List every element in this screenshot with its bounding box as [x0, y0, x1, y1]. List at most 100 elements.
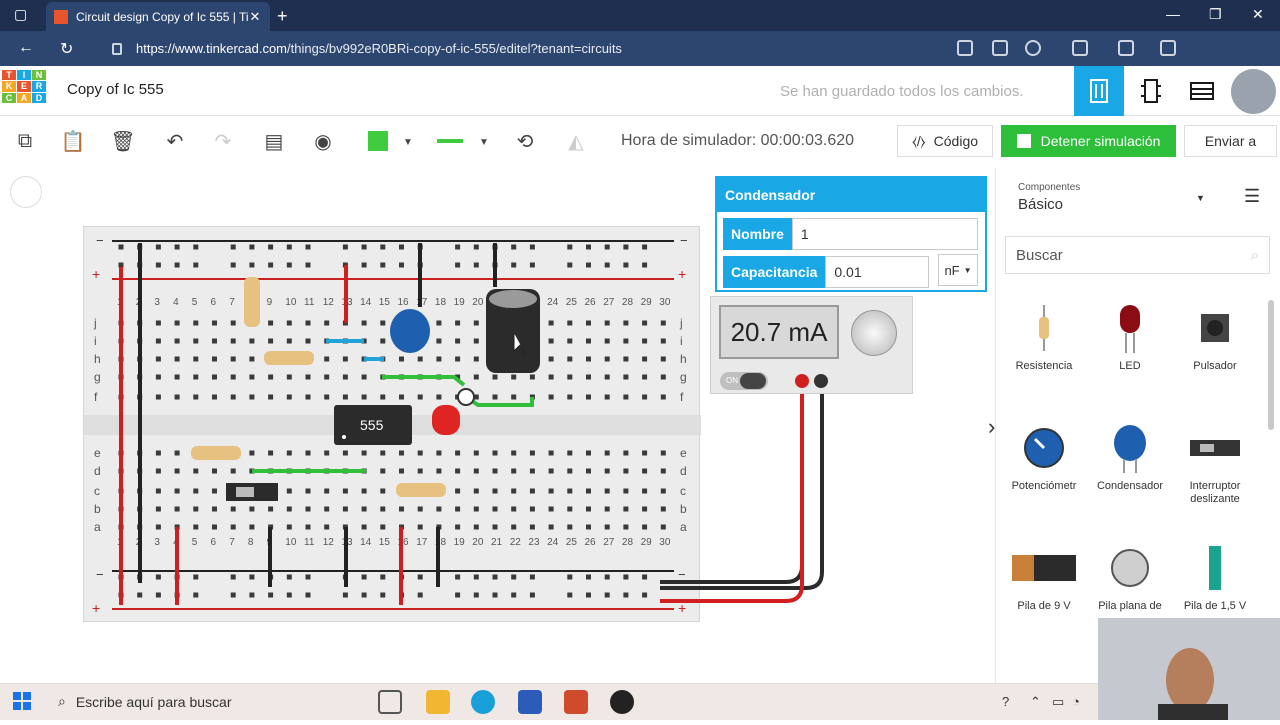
breadboard-hole[interactable] — [417, 450, 423, 456]
breadboard-hole[interactable] — [286, 320, 292, 326]
breadboard-hole[interactable] — [174, 244, 180, 250]
breadboard-hole[interactable] — [361, 592, 367, 598]
breadboard-hole[interactable] — [174, 338, 180, 344]
breadboard-hole[interactable] — [417, 506, 423, 512]
breadboard-hole[interactable] — [511, 524, 517, 530]
breadboard-hole[interactable] — [436, 320, 442, 326]
help-icon[interactable]: ? — [1002, 694, 1009, 709]
breadboard-hole[interactable] — [155, 488, 161, 494]
breadboard-hole[interactable] — [193, 488, 199, 494]
component-slide-switch[interactable]: Interruptor deslizante — [1172, 416, 1258, 516]
breadboard-hole[interactable] — [586, 524, 591, 530]
breadboard-hole[interactable] — [230, 506, 236, 512]
breadboard-hole[interactable] — [342, 394, 348, 400]
breadboard-hole[interactable] — [305, 574, 311, 580]
breadboard-hole[interactable] — [586, 338, 591, 344]
breadboard-hole[interactable] — [212, 488, 217, 494]
collections-icon[interactable] — [1160, 40, 1176, 56]
breadboard-hole[interactable] — [417, 574, 423, 580]
breadboard-hole[interactable] — [249, 394, 255, 400]
breadboard-hole[interactable] — [174, 374, 180, 380]
green-wire[interactable] — [382, 375, 466, 387]
breadboard-hole[interactable] — [305, 338, 311, 344]
breadboard-hole[interactable] — [604, 374, 610, 380]
name-input[interactable]: 1 — [791, 218, 978, 250]
breadboard-hole[interactable] — [586, 374, 591, 380]
component-potentiometer[interactable]: Potenciómetr — [1001, 416, 1087, 516]
breadboard-hole[interactable] — [155, 320, 161, 326]
breadboard-hole[interactable] — [361, 524, 367, 530]
breadboard-hole[interactable] — [642, 394, 648, 400]
favorites-bar-icon[interactable] — [1118, 40, 1134, 56]
breadboard-hole[interactable] — [623, 244, 629, 250]
breadboard-hole[interactable] — [642, 488, 648, 494]
component-list-button[interactable] — [1177, 66, 1227, 116]
breadboard-hole[interactable] — [642, 374, 648, 380]
breadboard-hole[interactable] — [529, 262, 535, 268]
breadboard-hole[interactable] — [305, 262, 311, 268]
window-close-icon[interactable]: ✕ — [1252, 6, 1264, 23]
breadboard-hole[interactable] — [511, 468, 517, 474]
breadboard-hole[interactable] — [342, 374, 348, 380]
breadboard-hole[interactable] — [567, 506, 573, 512]
breadboard-hole[interactable] — [492, 488, 498, 494]
breadboard-hole[interactable] — [324, 374, 330, 380]
breadboard-hole[interactable] — [305, 488, 311, 494]
breadboard-hole[interactable] — [118, 244, 124, 250]
breadboard-hole[interactable] — [473, 592, 479, 598]
breadboard-hole[interactable] — [623, 262, 629, 268]
breadboard-hole[interactable] — [455, 356, 461, 362]
breadboard-hole[interactable] — [586, 506, 591, 512]
breadboard-hole[interactable] — [492, 506, 498, 512]
breadboard-hole[interactable] — [118, 262, 124, 268]
breadboard-hole[interactable] — [342, 506, 348, 512]
breadboard-hole[interactable] — [455, 592, 461, 598]
breadboard-hole[interactable] — [193, 506, 199, 512]
breadboard-hole[interactable] — [436, 468, 442, 474]
paste-icon[interactable]: 📋 — [60, 128, 86, 154]
network-icon[interactable]: ▭ — [1052, 694, 1064, 710]
resistor[interactable] — [244, 277, 260, 327]
flip-icon[interactable]: ◭ — [563, 128, 589, 154]
breadboard-hole[interactable] — [455, 338, 461, 344]
breadboard-hole[interactable] — [380, 506, 386, 512]
breadboard-hole[interactable] — [249, 338, 255, 344]
breadboard-hole[interactable] — [548, 488, 554, 494]
breadboard-hole[interactable] — [155, 592, 161, 598]
breadboard-hole[interactable] — [193, 394, 199, 400]
black-lead-2[interactable] — [660, 382, 824, 590]
resistor[interactable] — [191, 446, 241, 460]
breadboard-hole[interactable] — [286, 506, 292, 512]
breadboard-hole[interactable] — [399, 262, 404, 268]
breadboard-hole[interactable] — [380, 338, 386, 344]
negative-terminal[interactable] — [814, 374, 828, 388]
breadboard-hole[interactable] — [380, 244, 386, 250]
breadboard-hole[interactable] — [417, 592, 423, 598]
tray-icon[interactable]: ⌃ — [1030, 694, 1041, 710]
breadboard-hole[interactable] — [586, 244, 591, 250]
breadboard-hole[interactable] — [286, 450, 292, 456]
breadboard-hole[interactable] — [642, 320, 648, 326]
fit-view-button[interactable] — [10, 176, 42, 208]
breadboard-hole[interactable] — [286, 262, 292, 268]
breadboard-hole[interactable] — [286, 394, 292, 400]
breadboard-hole[interactable] — [623, 374, 629, 380]
breadboard-hole[interactable] — [511, 450, 517, 456]
breadboard-hole[interactable] — [604, 244, 610, 250]
breadboard-hole[interactable] — [473, 450, 479, 456]
breadboard-hole[interactable] — [642, 524, 648, 530]
breadboard-hole[interactable] — [567, 574, 573, 580]
breadboard-hole[interactable] — [249, 450, 255, 456]
breadboard-hole[interactable] — [155, 574, 161, 580]
breadboard-hole[interactable] — [230, 394, 236, 400]
breadboard-hole[interactable] — [380, 574, 386, 580]
send-to-button[interactable]: Enviar a — [1184, 125, 1277, 157]
notes-icon[interactable]: ▤ — [261, 128, 287, 154]
breadboard-hole[interactable] — [380, 488, 386, 494]
favorite-icon[interactable] — [1025, 40, 1041, 56]
breadboard-hole[interactable] — [305, 374, 311, 380]
breadboard-hole[interactable] — [361, 574, 367, 580]
breadboard-hole[interactable] — [361, 374, 367, 380]
breadboard-hole[interactable] — [305, 592, 311, 598]
code-button[interactable]: ⧼/⧽ Código — [897, 125, 993, 157]
